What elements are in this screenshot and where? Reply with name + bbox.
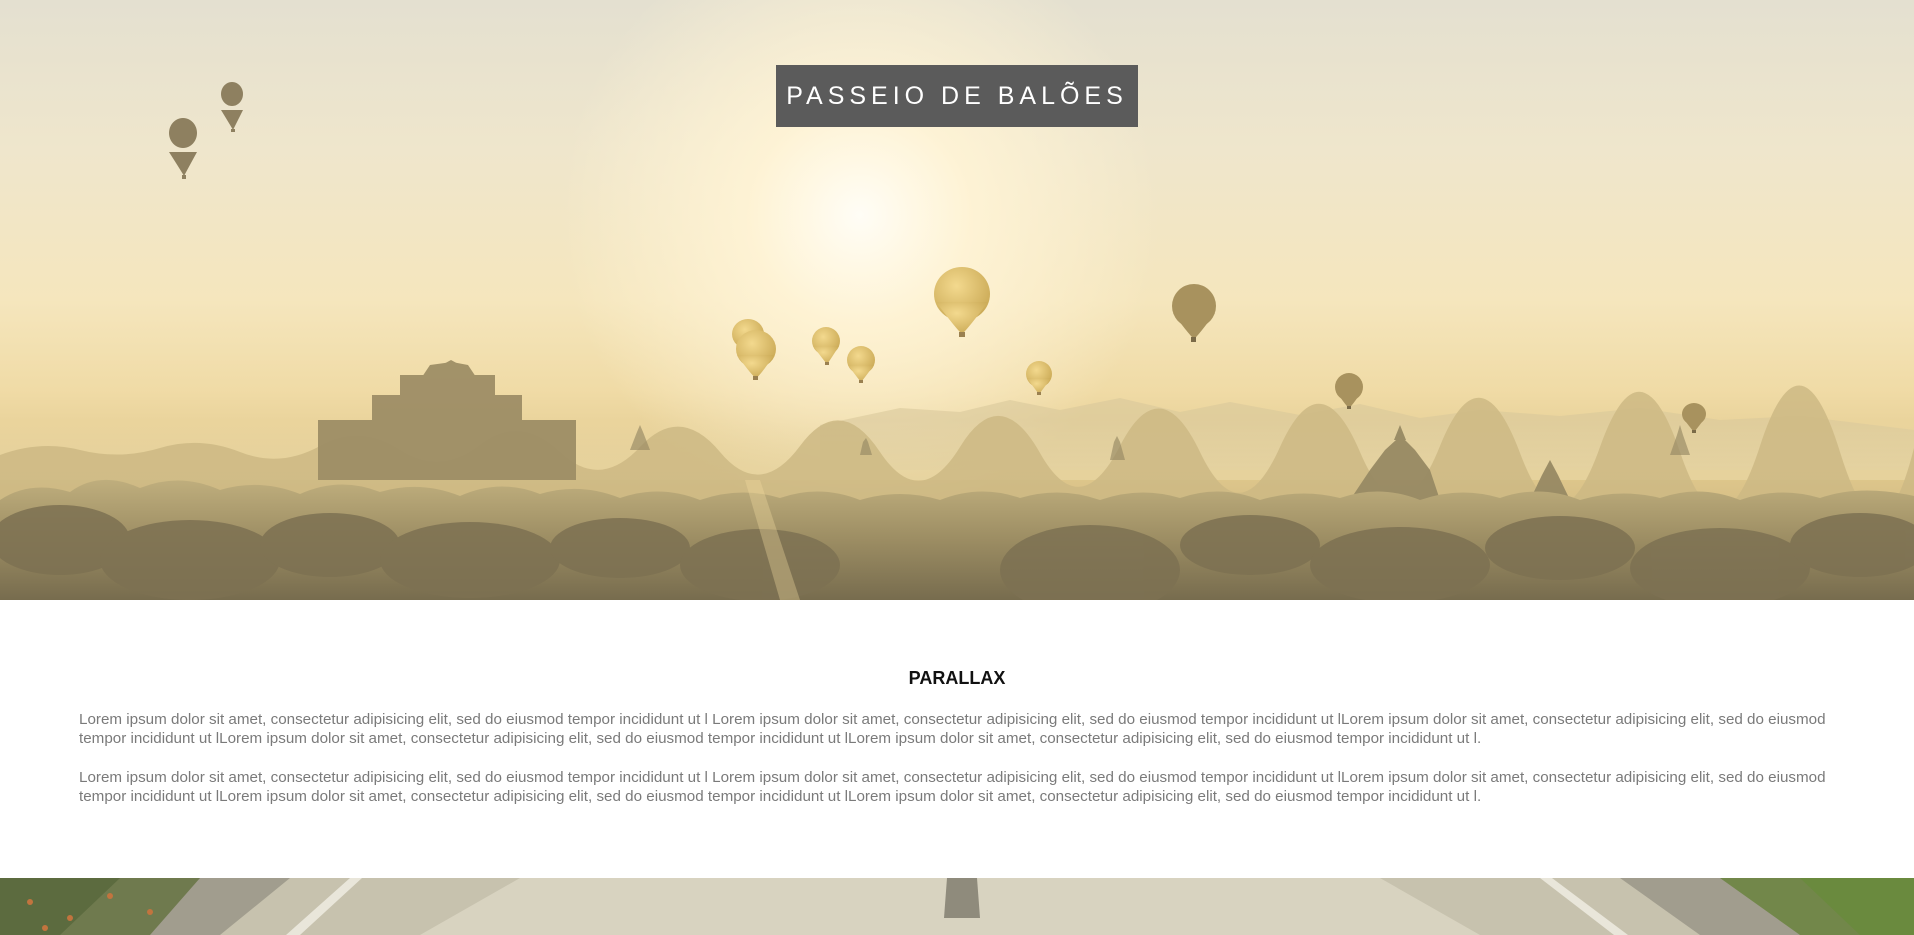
body-paragraph: Lorem ipsum dolor sit amet, consectetur …: [79, 769, 1826, 805]
road-parallax-section: [0, 878, 1914, 935]
hero-parallax-section: PASSEIO DE BALÕES: [0, 0, 1914, 600]
hero-title-box: PASSEIO DE BALÕES: [776, 65, 1138, 127]
hero-title: PASSEIO DE BALÕES: [786, 81, 1128, 110]
page: PASSEIO DE BALÕES PARALLAX Lorem ipsum d…: [0, 0, 1914, 935]
section-heading: PARALLAX: [908, 668, 1006, 688]
parallax-content-section: PARALLAX Lorem ipsum dolor sit amet, con…: [0, 600, 1914, 878]
road-landscape-image: [0, 878, 1914, 935]
body-paragraph: Lorem ipsum dolor sit amet, consectetur …: [79, 711, 1826, 747]
